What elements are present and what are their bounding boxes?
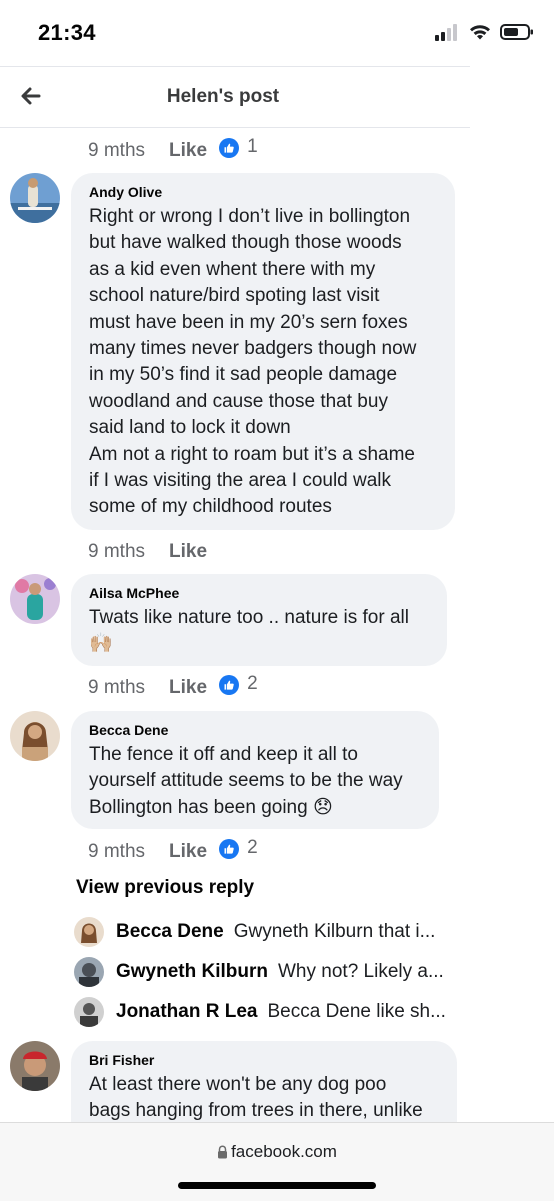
avatar[interactable] <box>74 957 104 987</box>
reply-author[interactable]: Jonathan R Lea <box>116 1001 257 1023</box>
post-header: Helen's post <box>0 66 470 128</box>
comment-author[interactable]: Becca Dene <box>89 722 421 738</box>
comment-text: Twats like nature too .. nature is for a… <box>89 607 409 655</box>
thumbs-up-reaction-icon <box>219 138 240 158</box>
home-indicator[interactable] <box>178 1182 376 1189</box>
thumbs-up-reaction-icon <box>219 675 240 695</box>
thumbs-up-reaction-icon <box>219 839 240 859</box>
comment-meta: 9 mths Like 2 <box>88 837 258 863</box>
reply-row[interactable]: Jonathan R Lea Becca Dene like sh... <box>74 997 446 1027</box>
comment-meta: 9 mths Like 2 <box>88 673 258 699</box>
page-title: Helen's post <box>166 86 280 107</box>
avatar[interactable] <box>10 173 60 223</box>
status-time: 21:34 <box>38 20 96 45</box>
comment-meta: 9 mths Like <box>88 541 219 563</box>
comment-bubble: Andy Olive Right or wrong I don’t live i… <box>71 173 455 530</box>
avatar[interactable] <box>10 711 60 761</box>
like-button[interactable]: Like <box>169 140 207 162</box>
reaction-count: 1 <box>247 136 258 157</box>
cellular-signal-icon <box>435 24 457 41</box>
like-button[interactable]: Like <box>169 677 207 699</box>
reply-author[interactable]: Gwyneth Kilburn <box>116 961 268 983</box>
comment-bubble: Ailsa McPhee Twats like nature too .. na… <box>71 574 447 666</box>
avatar[interactable] <box>10 1041 60 1091</box>
like-button[interactable]: Like <box>169 541 207 563</box>
avatar[interactable] <box>74 997 104 1027</box>
avatar[interactable] <box>10 574 60 624</box>
comment-time: 9 mths <box>88 140 146 161</box>
wifi-icon <box>470 25 490 40</box>
comment-author[interactable]: Bri Fisher <box>89 1052 439 1068</box>
comment-author[interactable]: Andy Olive <box>89 184 437 200</box>
reaction-count: 2 <box>247 837 258 858</box>
view-previous-reply-link[interactable]: View previous reply <box>76 877 254 899</box>
comment-text: The fence it off and keep it all to your… <box>89 744 403 818</box>
reply-text: Becca Dene like sh... <box>267 1001 446 1022</box>
browser-bottom-bar: facebook.com <box>0 1122 554 1201</box>
like-button[interactable]: Like <box>169 841 207 863</box>
avatar[interactable] <box>74 917 104 947</box>
reply-text: Why not? Likely a... <box>278 961 444 982</box>
comment-meta-previous: 9 mths Like 1 <box>88 136 258 162</box>
comment-author[interactable]: Ailsa McPhee <box>89 585 429 601</box>
comment-time: 9 mths <box>88 841 146 862</box>
status-icons <box>434 22 534 42</box>
comment-time: 9 mths <box>88 541 146 562</box>
comment-text: Right or wrong I don’t live in bollingto… <box>89 206 417 518</box>
reply-text: Gwyneth Kilburn that i... <box>233 921 436 942</box>
lock-icon <box>218 1145 228 1159</box>
comment-time: 9 mths <box>88 677 146 698</box>
reply-row[interactable]: Gwyneth Kilburn Why not? Likely a... <box>74 957 444 987</box>
address-bar[interactable]: facebook.com <box>0 1142 554 1162</box>
comment-text: At least there won't be any dog poo bags… <box>89 1074 423 1122</box>
comment-bubble: Becca Dene The fence it off and keep it … <box>71 711 439 829</box>
url-text: facebook.com <box>231 1142 337 1161</box>
battery-icon <box>500 24 533 40</box>
reply-row[interactable]: Becca Dene Gwyneth Kilburn that i... <box>74 917 435 947</box>
status-bar: 21:34 <box>0 0 554 66</box>
reply-author[interactable]: Becca Dene <box>116 921 224 943</box>
reaction-count: 2 <box>247 673 258 694</box>
